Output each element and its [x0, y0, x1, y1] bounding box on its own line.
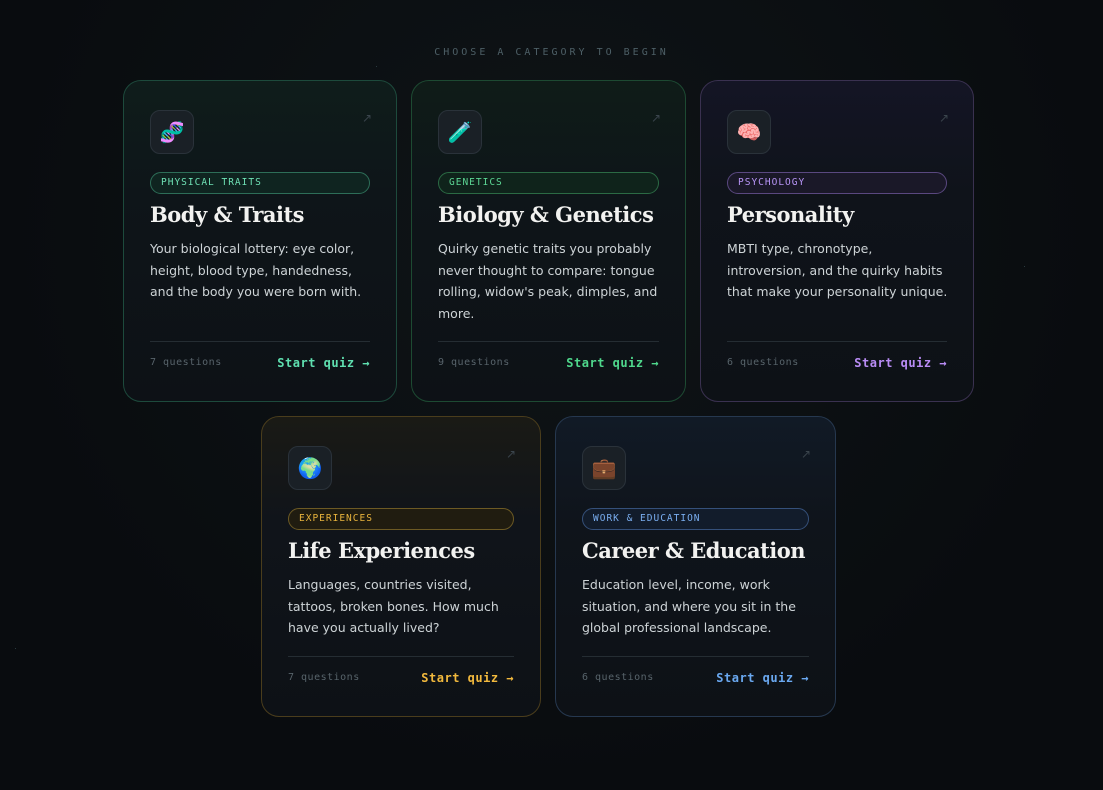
category-card-life-experiences[interactable]: 🌍 ↗ EXPERIENCES Life Experiences Languag…	[261, 416, 541, 717]
start-quiz-button[interactable]: Start quiz →	[716, 671, 809, 685]
card-title: Biology & Genetics	[438, 202, 654, 227]
test-tube-icon: 🧪	[438, 110, 482, 154]
category-tag: WORK & EDUCATION	[582, 508, 809, 530]
start-quiz-button[interactable]: Start quiz →	[421, 671, 514, 685]
brain-icon: 🧠	[727, 110, 771, 154]
question-count: 7 questions	[150, 357, 222, 368]
open-arrow-icon: ↗	[361, 111, 372, 125]
category-card-career-education[interactable]: 💼 ↗ WORK & EDUCATION Career & Education …	[555, 416, 836, 717]
category-card-personality[interactable]: 🧠 ↗ PSYCHOLOGY Personality MBTI type, ch…	[700, 80, 974, 402]
page-heading: CHOOSE A CATEGORY TO BEGIN	[434, 47, 669, 58]
card-title: Career & Education	[582, 538, 806, 563]
question-count: 7 questions	[288, 672, 360, 683]
category-tag: PSYCHOLOGY	[727, 172, 947, 194]
card-divider	[288, 656, 514, 657]
open-arrow-icon: ↗	[505, 447, 516, 461]
category-card-biology-genetics[interactable]: 🧪 ↗ GENETICS Biology & Genetics Quirky g…	[411, 80, 686, 402]
category-card-body-traits[interactable]: 🧬 ↗ PHYSICAL TRAITS Body & Traits Your b…	[123, 80, 397, 402]
background-star	[15, 648, 16, 649]
start-quiz-button[interactable]: Start quiz →	[566, 356, 659, 370]
start-quiz-button[interactable]: Start quiz →	[854, 356, 947, 370]
card-title: Life Experiences	[288, 538, 475, 563]
question-count: 6 questions	[582, 672, 654, 683]
card-title: Personality	[727, 202, 854, 227]
card-description: Your biological lottery: eye color, heig…	[150, 241, 362, 299]
category-tag: PHYSICAL TRAITS	[150, 172, 370, 194]
question-count: 6 questions	[727, 357, 799, 368]
card-title: Body & Traits	[150, 202, 305, 227]
briefcase-icon: 💼	[582, 446, 626, 490]
card-divider	[150, 341, 370, 342]
category-tag: EXPERIENCES	[288, 508, 514, 530]
dna-icon: 🧬	[150, 110, 194, 154]
background-star	[376, 66, 377, 67]
card-divider	[727, 341, 947, 342]
open-arrow-icon: ↗	[650, 111, 661, 125]
category-page: CHOOSE A CATEGORY TO BEGIN 🧬 ↗ PHYSICAL …	[0, 0, 1103, 790]
card-description: Languages, countries visited, tattoos, b…	[288, 577, 499, 635]
card-divider	[582, 656, 809, 657]
question-count: 9 questions	[438, 357, 510, 368]
globe-icon: 🌍	[288, 446, 332, 490]
open-arrow-icon: ↗	[800, 447, 811, 461]
category-tag: GENETICS	[438, 172, 659, 194]
card-description: Education level, income, work situation,…	[582, 577, 796, 635]
background-star	[1024, 266, 1025, 267]
start-quiz-button[interactable]: Start quiz →	[277, 356, 370, 370]
open-arrow-icon: ↗	[938, 111, 949, 125]
card-description: Quirky genetic traits you probably never…	[438, 241, 658, 321]
card-divider	[438, 341, 659, 342]
card-description: MBTI type, chronotype, introversion, and…	[727, 241, 948, 299]
